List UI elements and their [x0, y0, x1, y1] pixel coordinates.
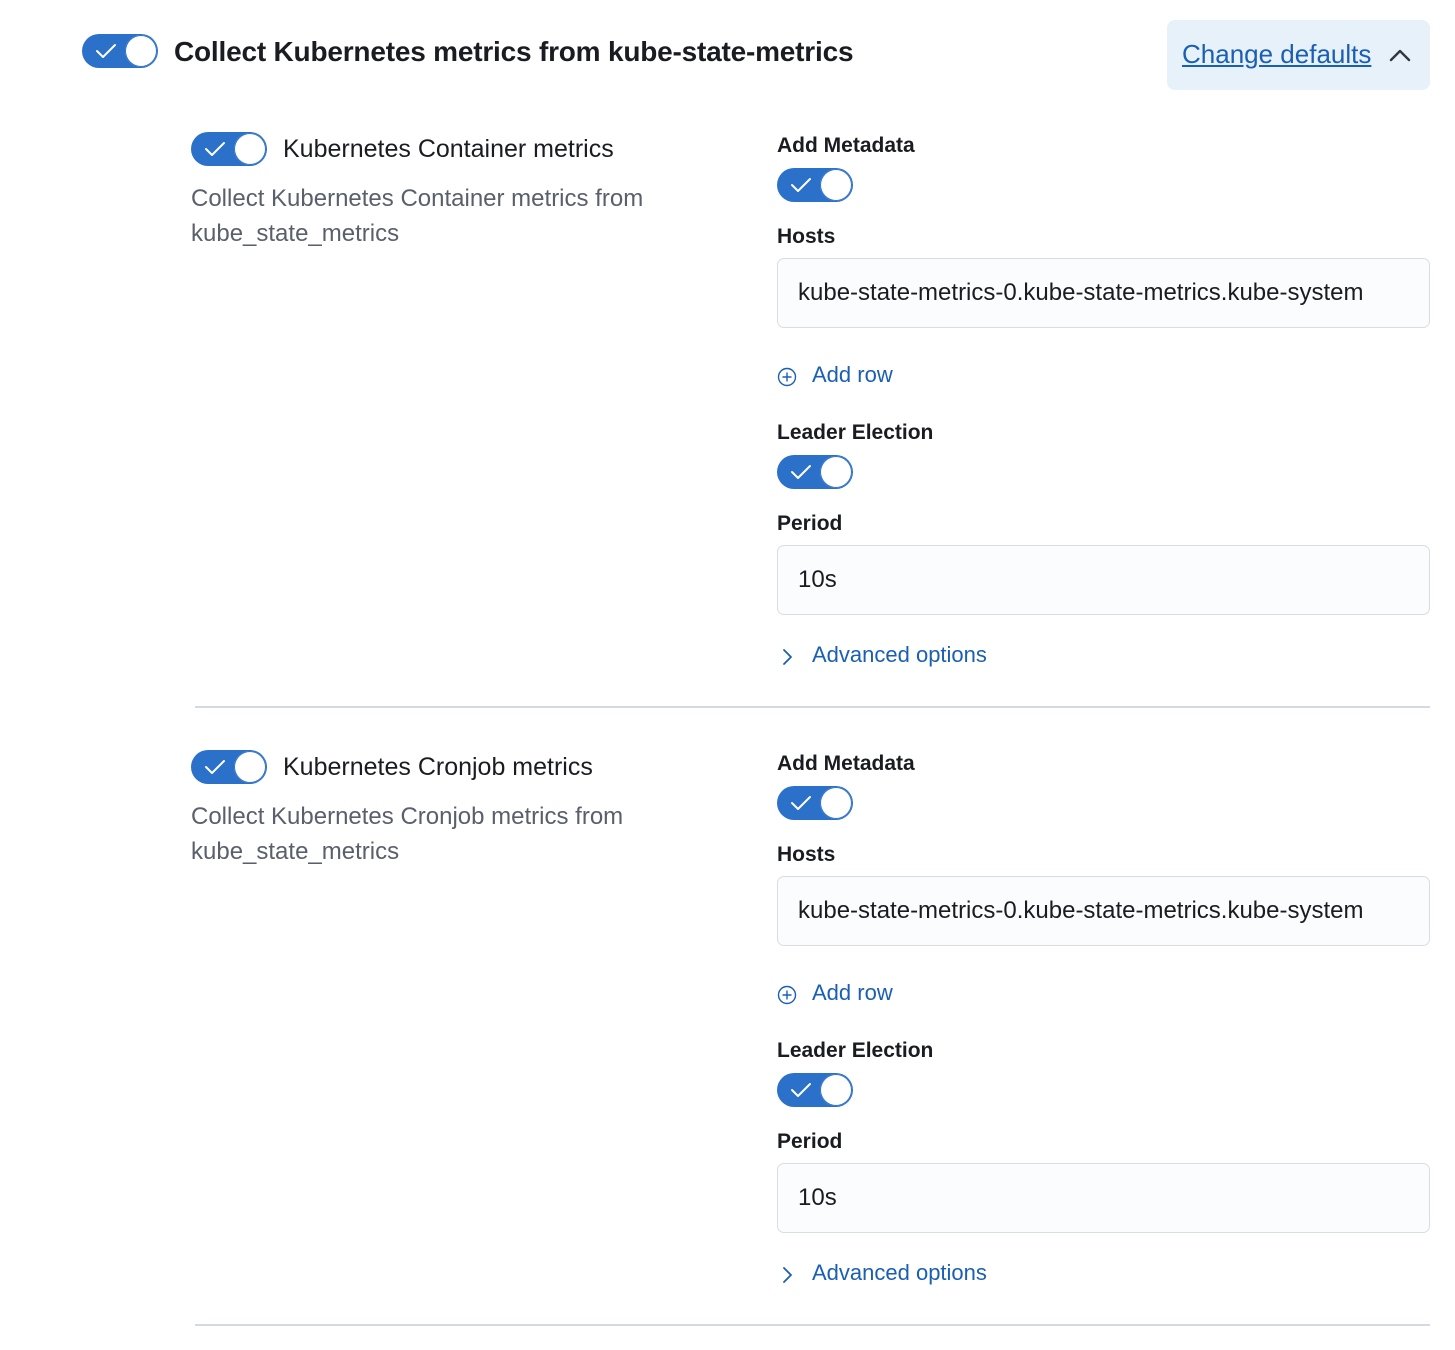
advanced-options-label: Advanced options	[812, 1260, 987, 1285]
plus-circle-icon	[777, 985, 797, 1005]
check-icon	[791, 796, 811, 810]
chevron-right-icon	[783, 649, 792, 665]
collect-kube-state-metrics-toggle[interactable]	[82, 34, 158, 68]
section-title: Collect Kubernetes metrics from kube-sta…	[174, 36, 854, 67]
integration-settings-page: Collect Kubernetes metrics from kube-sta…	[0, 0, 1455, 1350]
hosts-input[interactable]	[777, 258, 1430, 328]
section-divider	[195, 1324, 1430, 1326]
add-metadata-label: Add Metadata	[777, 752, 915, 775]
toggle-knob	[125, 35, 157, 67]
toggle-knob	[820, 169, 852, 201]
stream-title: Kubernetes Container metrics	[283, 135, 614, 163]
leader-election-toggle[interactable]	[777, 455, 853, 489]
stream-enabled-toggle[interactable]	[191, 132, 267, 166]
chevron-up-icon	[1389, 49, 1411, 62]
toggle-knob	[820, 456, 852, 488]
toggle-knob	[820, 1074, 852, 1106]
advanced-options-label: Advanced options	[812, 642, 987, 667]
period-input[interactable]	[777, 545, 1430, 615]
stream-description: Collect Kubernetes Cronjob metrics from …	[191, 803, 624, 865]
toggle-knob	[234, 751, 266, 783]
change-defaults-label: Change defaults	[1182, 39, 1372, 69]
section-divider	[195, 706, 1430, 708]
add-row-label: Add row	[812, 362, 893, 387]
add-metadata-toggle[interactable]	[777, 786, 853, 820]
leader-election-label: Leader Election	[777, 421, 934, 444]
toggle-knob	[820, 787, 852, 819]
hosts-input[interactable]	[777, 876, 1430, 946]
stream-enabled-toggle[interactable]	[191, 750, 267, 784]
hosts-label: Hosts	[777, 225, 836, 248]
check-icon	[96, 44, 116, 58]
check-icon	[791, 1083, 811, 1097]
check-icon	[791, 465, 811, 479]
leader-election-label: Leader Election	[777, 1039, 934, 1062]
chevron-right-icon	[783, 1267, 792, 1283]
toggle-knob	[234, 133, 266, 165]
add-metadata-label: Add Metadata	[777, 134, 915, 157]
check-icon	[205, 760, 225, 774]
leader-election-toggle[interactable]	[777, 1073, 853, 1107]
period-label: Period	[777, 1130, 843, 1153]
change-defaults-button[interactable]: Change defaults	[1167, 20, 1430, 90]
check-icon	[205, 142, 225, 156]
hosts-label: Hosts	[777, 843, 836, 866]
check-icon	[791, 178, 811, 192]
add-row-label: Add row	[812, 980, 893, 1005]
period-label: Period	[777, 512, 843, 535]
period-input[interactable]	[777, 1163, 1430, 1233]
plus-circle-icon	[777, 367, 797, 387]
stream-description: Collect Kubernetes Container metrics fro…	[191, 185, 644, 247]
add-metadata-toggle[interactable]	[777, 168, 853, 202]
stream-title: Kubernetes Cronjob metrics	[283, 753, 593, 781]
